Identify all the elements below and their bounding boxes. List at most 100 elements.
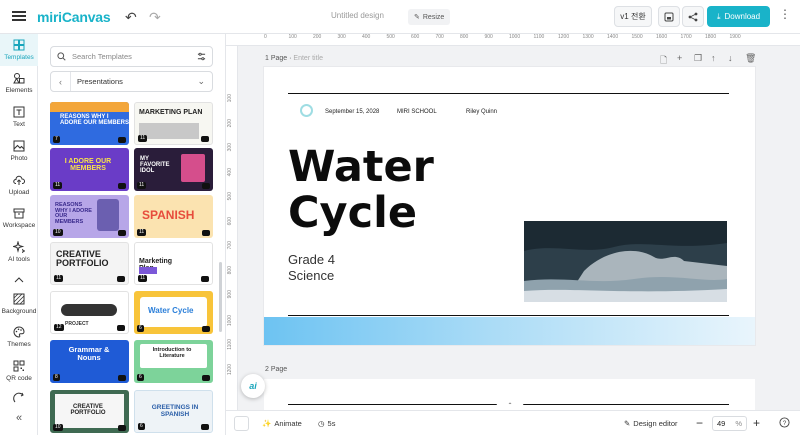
more-options-icon[interactable]: ⋮: [779, 8, 791, 20]
ruler-tick-label: 600: [227, 216, 233, 225]
page-1-label: 1 Page · Enter title: [265, 55, 323, 62]
ruler-tick-label: 1600: [656, 34, 668, 40]
ocean-wave-image[interactable]: [524, 221, 727, 302]
ruler-tick-label: 200: [227, 118, 233, 127]
page-title-input[interactable]: Enter title: [293, 55, 323, 62]
rail-item-templates[interactable]: Templates: [0, 34, 38, 66]
delete-page-icon[interactable]: 🗑: [745, 53, 756, 64]
app-logo[interactable]: miriCanvas: [37, 9, 111, 25]
rail-item-photo[interactable]: Photo: [0, 140, 38, 162]
template-thumb[interactable]: Grammar & Nouns 8: [50, 340, 129, 383]
slide-title[interactable]: Water Cycle: [288, 144, 434, 236]
ruler-tick-label: 1200: [558, 34, 570, 40]
top-bar: miriCanvas ↶ ↷ Untitled design ✎ Resize …: [0, 0, 800, 34]
undo-icon[interactable]: ↶: [125, 9, 137, 26]
rail-item-background[interactable]: Background: [0, 293, 38, 315]
background-color-swatch[interactable]: [234, 416, 249, 431]
pencil-icon: ✎: [624, 419, 631, 428]
download-button[interactable]: ⤓ Download: [707, 6, 770, 27]
ai-assistant-button[interactable]: ai: [241, 374, 265, 398]
ruler-tick-label: 600: [411, 34, 420, 40]
rail-item-elements[interactable]: Elements: [0, 72, 38, 94]
design-editor-button[interactable]: ✎ Design editor: [624, 419, 678, 428]
search-templates-input[interactable]: Search Templates: [50, 46, 213, 67]
share-icon[interactable]: [682, 6, 704, 27]
ruler-tick-label: 1100: [533, 34, 545, 40]
rail-item-ai-tools[interactable]: AI tools: [0, 241, 38, 263]
templates-panel: Search Templates ‹ Presentations ⌄ REASO…: [38, 34, 226, 435]
move-up-icon[interactable]: ↑: [711, 53, 716, 63]
rail-item-text[interactable]: Text: [0, 106, 38, 128]
vertical-ruler: 100 200 300 400 500 600 700 800 900 1000 1100 1200: [226, 46, 238, 410]
elements-icon: [13, 73, 25, 84]
filter-icon[interactable]: [197, 52, 206, 61]
slide-bottom-rule: [288, 315, 729, 316]
text-icon: [13, 106, 25, 118]
template-thumb[interactable]: REASONS WHY I ADORE OUR MEMBERS 7: [50, 102, 129, 145]
collapse-up-icon[interactable]: [0, 274, 38, 289]
upload-icon: [13, 175, 25, 185]
template-thumb[interactable]: CREATIVE PORTFOLIO 10: [50, 390, 129, 433]
animate-button[interactable]: ✨ Animate: [262, 419, 302, 428]
zoom-in-button[interactable]: +: [753, 416, 760, 430]
template-thumb[interactable]: MARKETING PLAN 11: [134, 102, 213, 145]
rail-item-qr-code[interactable]: QR code: [0, 360, 38, 382]
ruler-tick-label: 1000: [227, 314, 233, 326]
slide-subtitle[interactable]: Grade 4 Science: [288, 252, 335, 285]
collapse-panel-icon[interactable]: «: [0, 412, 38, 424]
ruler-tick-label: 900: [484, 34, 493, 40]
school-logo: [300, 104, 313, 117]
save-icon[interactable]: [658, 6, 680, 27]
ruler-tick-label: 100: [288, 34, 297, 40]
rail-item-workspace[interactable]: Workspace: [0, 207, 38, 229]
ruler-tick-label: 500: [386, 34, 395, 40]
workspace-icon: [13, 208, 25, 219]
zoom-input[interactable]: 49 %: [712, 416, 747, 431]
template-thumb[interactable]: PROJECT 12: [50, 291, 129, 334]
svg-text:?: ?: [783, 420, 787, 427]
redo-icon[interactable]: ↷: [149, 9, 161, 26]
slide-date[interactable]: September 15, 2028: [325, 109, 379, 115]
template-thumb[interactable]: CREATIVE PORTFOLIO 11: [50, 242, 129, 285]
slide-page-1[interactable]: September 15, 2028 MIRI SCHOOL Riley Qui…: [264, 67, 755, 345]
template-thumb[interactable]: Water Cycle 6: [134, 291, 213, 334]
zoom-out-button[interactable]: −: [696, 416, 703, 430]
template-thumb[interactable]: Introduction to Literature 6: [134, 340, 213, 383]
photo-icon: [13, 140, 25, 152]
rail-item-upload[interactable]: Upload: [0, 174, 38, 196]
duration-button[interactable]: ◷ 5s: [318, 419, 335, 428]
version-switch-button[interactable]: v1 전환: [614, 6, 652, 27]
ruler-tick-label: 1300: [582, 34, 594, 40]
template-thumb[interactable]: I ADORE OUR MEMBERS 11: [50, 148, 129, 191]
search-icon: [57, 52, 66, 61]
duplicate-page-icon[interactable]: ❐: [694, 53, 702, 64]
slide-gradient-band: [264, 317, 755, 345]
help-icon[interactable]: ?: [779, 417, 790, 428]
document-title[interactable]: Untitled design: [331, 11, 384, 20]
panel-scrollbar[interactable]: [219, 262, 222, 332]
themes-icon: [13, 326, 25, 338]
rail-extra-icon[interactable]: [0, 392, 38, 407]
category-select[interactable]: ‹ Presentations ⌄: [50, 71, 213, 92]
ruler-tick-label: 300: [337, 34, 346, 40]
template-thumb[interactable]: Marketing Plan 11: [134, 242, 213, 285]
resize-button[interactable]: ✎ Resize: [408, 9, 451, 25]
slide-school[interactable]: MIRI SCHOOL: [397, 109, 437, 115]
rail-item-themes[interactable]: Themes: [0, 326, 38, 348]
move-down-icon[interactable]: ↓: [728, 53, 733, 63]
templates-icon: [13, 39, 25, 51]
template-thumb[interactable]: GREETINGS IN SPANISH 6: [134, 390, 213, 433]
template-thumb[interactable]: REASONS WHY I ADORE OUR MEMBERS 10: [50, 195, 129, 238]
back-icon[interactable]: ‹: [51, 72, 71, 91]
template-thumb[interactable]: SPANISH 11: [134, 195, 213, 238]
horizontal-ruler: 0 100 200 300 400 500 600 700 800 900 1000 1100 1200…: [226, 34, 800, 46]
ruler-tick-label: 700: [435, 34, 444, 40]
menu-icon[interactable]: [12, 9, 26, 23]
animate-icon: ✨: [262, 419, 272, 428]
slide-author[interactable]: Riley Quinn: [466, 109, 497, 115]
template-thumb[interactable]: MY FAVORITE IDOL 11: [134, 148, 213, 191]
ruler-tick-label: 1400: [607, 34, 619, 40]
ruler-tick-label: 1500: [631, 34, 643, 40]
slide-top-rule: [288, 93, 729, 95]
add-page-icon[interactable]: +: [677, 53, 682, 63]
